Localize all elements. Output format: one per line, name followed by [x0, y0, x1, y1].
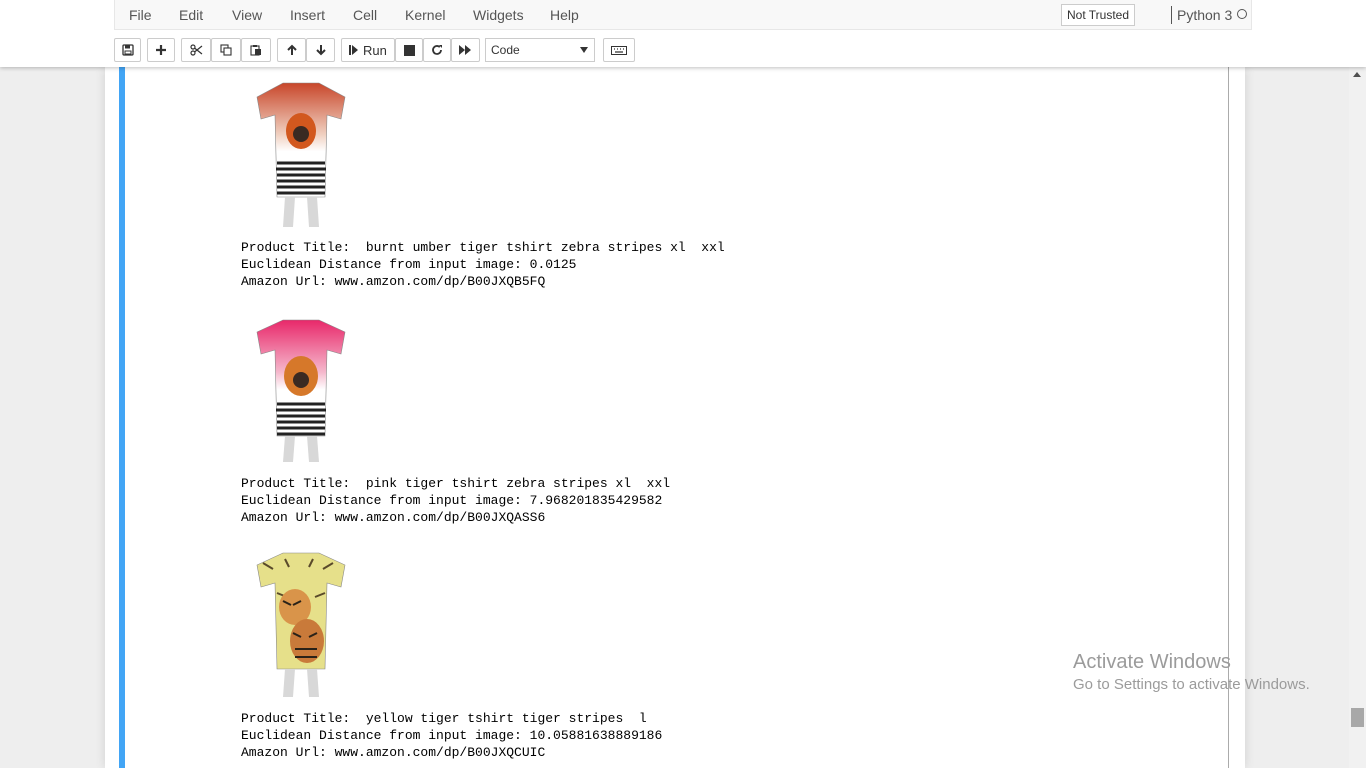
watermark-subtitle: Go to Settings to activate Windows.	[1073, 676, 1310, 693]
paste-button[interactable]	[241, 38, 271, 62]
menu-kernel[interactable]: Kernel	[405, 0, 445, 30]
amazon-url-line: Amazon Url: www.amzon.com/dp/B00JXQASS6	[241, 510, 546, 525]
product-image-2	[255, 316, 347, 466]
product-title-line: Product Title: pink tiger tshirt zebra s…	[241, 476, 671, 491]
euclidean-distance-line: Euclidean Distance from input image: 10.…	[241, 728, 663, 743]
kernel-idle-indicator-icon	[1237, 9, 1247, 19]
copy-button[interactable]	[211, 38, 241, 62]
restart-run-all-button[interactable]	[451, 38, 480, 62]
watermark-title: Activate Windows	[1073, 651, 1231, 673]
arrow-down-icon	[315, 44, 327, 56]
page-scrollbar[interactable]	[1349, 67, 1366, 768]
chevron-down-icon	[580, 47, 588, 53]
insert-cell-button[interactable]	[147, 38, 175, 62]
move-down-button[interactable]	[306, 38, 335, 62]
euclidean-distance-line: Euclidean Distance from input image: 7.9…	[241, 493, 663, 508]
product-image-1	[255, 79, 347, 229]
fast-forward-icon	[459, 45, 472, 55]
cut-button[interactable]	[181, 38, 211, 62]
menu-view[interactable]: View	[232, 0, 262, 30]
plus-icon	[155, 44, 167, 56]
kernel-divider	[1171, 6, 1172, 24]
kernel-name: Python 3	[1177, 7, 1233, 23]
stop-icon	[403, 44, 415, 56]
euclidean-distance-line: Euclidean Distance from input image: 0.0…	[241, 257, 577, 272]
scrollbar-thumb[interactable]	[1351, 708, 1364, 727]
menu-cell[interactable]: Cell	[353, 0, 377, 30]
keyboard-icon	[611, 45, 627, 55]
menu-file[interactable]: File	[129, 0, 152, 30]
menu-insert[interactable]: Insert	[290, 0, 325, 30]
interrupt-kernel-button[interactable]	[395, 38, 423, 62]
arrow-up-icon	[286, 44, 298, 56]
activate-windows-watermark: Activate Windows Go to Settings to activ…	[1073, 651, 1310, 696]
menu-edit[interactable]: Edit	[179, 0, 203, 30]
code-cell-output[interactable]: Product Title: burnt umber tiger tshirt …	[119, 67, 1229, 768]
scroll-up-arrow-icon[interactable]	[1353, 72, 1361, 77]
product-title-line: Product Title: burnt umber tiger tshirt …	[241, 240, 725, 255]
step-forward-icon	[349, 45, 358, 55]
amazon-url-line: Amazon Url: www.amzon.com/dp/B00JXQB5FQ	[241, 274, 546, 289]
notebook-header: File Edit View Insert Cell Kernel Widget…	[0, 0, 1366, 67]
amazon-url-line: Amazon Url: www.amzon.com/dp/B00JXQCUIC	[241, 745, 546, 760]
menubar: File Edit View Insert Cell Kernel Widget…	[114, 0, 1252, 30]
save-icon	[121, 44, 134, 56]
command-palette-button[interactable]	[603, 38, 635, 62]
selected-cell-indicator	[119, 67, 125, 768]
product-image-3	[255, 549, 347, 699]
restart-kernel-button[interactable]	[423, 38, 451, 62]
cell-type-value: Code	[491, 43, 520, 57]
copy-icon	[220, 44, 232, 56]
paste-icon	[250, 44, 262, 56]
menu-help[interactable]: Help	[550, 0, 579, 30]
cut-icon	[189, 44, 203, 56]
not-trusted-button[interactable]: Not Trusted	[1061, 4, 1136, 26]
save-button[interactable]	[114, 38, 141, 62]
menu-widgets[interactable]: Widgets	[473, 0, 524, 30]
product-title-line: Product Title: yellow tiger tshirt tiger…	[241, 711, 647, 726]
run-button[interactable]: Run	[341, 38, 395, 62]
move-up-button[interactable]	[277, 38, 306, 62]
cell-type-select[interactable]: Code	[485, 38, 595, 62]
restart-icon	[431, 44, 443, 56]
run-label: Run	[363, 42, 387, 58]
